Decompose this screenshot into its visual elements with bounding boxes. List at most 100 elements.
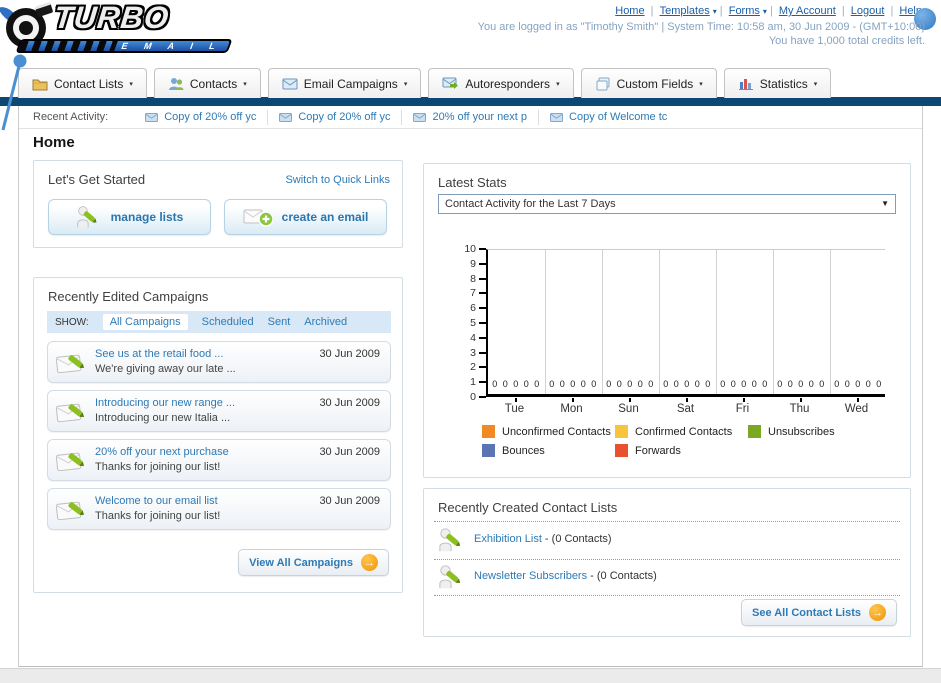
header-link-forms[interactable]: Forms	[729, 5, 760, 17]
button-label: See All Contact Lists	[751, 606, 861, 619]
y-axis-tick	[479, 322, 486, 324]
turbo-email-logo[interactable]: TURBO E M A I L	[0, 0, 238, 60]
tab-autoresponders[interactable]: Autoresponders ▾	[428, 68, 574, 98]
x-axis-tick	[514, 398, 517, 402]
recent-activity-item[interactable]: 20% off your next p	[401, 109, 538, 125]
recent-activity-item[interactable]: Copy of 20% off yc	[134, 110, 267, 125]
header-links: Home | Templates ▾ | Forms ▾ | My Account …	[612, 5, 936, 30]
page-title: Home	[33, 134, 75, 151]
campaign-row[interactable]: See us at the retail food ... We're givi…	[47, 341, 391, 383]
recent-activity-item[interactable]: Copy of Welcome tc	[538, 109, 678, 125]
contact-list-link[interactable]: Newsletter Subscribers	[474, 570, 587, 582]
legend-item: Forwards	[615, 441, 748, 460]
campaign-date: 30 Jun 2009	[319, 397, 380, 409]
campaign-row[interactable]: Introducing our new range ... Introducin…	[47, 390, 391, 432]
x-axis-tick	[799, 398, 802, 402]
switch-to-quick-links-link[interactable]: Switch to Quick Links	[285, 174, 390, 186]
stats-period-dropdown[interactable]: ▼ Contact Activity for the Last 7 Days	[438, 194, 896, 214]
button-label: manage lists	[110, 210, 184, 224]
page-footer-strip	[0, 668, 941, 683]
chart-value-labels: 0 0 0 0 0	[834, 379, 883, 389]
envelope-pencil-icon	[55, 353, 87, 374]
main-nav: Contact Lists ▾ Contacts ▾ Email Campaigns…	[18, 68, 832, 98]
separator: |	[650, 5, 654, 17]
pages-icon	[596, 77, 610, 90]
y-axis-tick	[479, 307, 486, 310]
campaign-date: 30 Jun 2009	[319, 348, 380, 360]
y-axis-label: 1	[470, 376, 476, 389]
y-axis-label: 10	[464, 243, 476, 255]
x-axis-tick	[742, 398, 745, 402]
tab-email-campaigns[interactable]: Email Campaigns ▾	[267, 68, 422, 98]
pin-decoration	[1, 54, 27, 131]
tab-label: Autoresponders	[465, 76, 551, 91]
contact-list-row[interactable]: Exhibition List - (0 Contacts)	[438, 526, 896, 556]
chevron-down-icon: ▾	[129, 80, 133, 88]
recently-edited-campaigns-panel: Recently Edited Campaigns SHOW: All Camp…	[33, 277, 403, 593]
chevron-down-icon: ▾	[699, 80, 703, 88]
login-info: You are logged in as "Timothy Smith" | S…	[477, 21, 925, 33]
person-pencil-icon	[76, 206, 99, 228]
header-link-templates[interactable]: Templates	[660, 5, 710, 17]
button-label: create an email	[281, 210, 369, 224]
envelope-plus-icon	[243, 209, 273, 227]
chevron-down-icon: ▾	[243, 80, 247, 88]
y-axis-label: 9	[470, 257, 476, 270]
chevron-down-icon: ▾	[403, 80, 408, 88]
y-axis-label: 4	[470, 331, 476, 344]
legend-swatch	[748, 425, 761, 438]
filter-all-campaigns[interactable]: All Campaigns	[102, 314, 188, 330]
y-axis-tick	[479, 366, 486, 369]
header-link-logout[interactable]: Logout	[851, 5, 885, 17]
filter-archived[interactable]: Archived	[304, 316, 347, 328]
legend-label: Unsubscribes	[768, 425, 835, 438]
show-label: SHOW:	[55, 316, 89, 328]
tab-label: Contacts	[189, 76, 238, 91]
people-icon	[168, 77, 184, 90]
contact-list-count: - (0 Contacts)	[541, 533, 612, 545]
envelope-icon	[550, 112, 564, 122]
filter-sent[interactable]: Sent	[268, 316, 291, 328]
panel-title: Let's Get Started	[48, 172, 146, 187]
stats-legend: Unconfirmed Contacts Confirmed Contacts Un…	[482, 422, 882, 460]
separator: |	[890, 5, 894, 17]
separator: |	[769, 5, 773, 17]
contact-list-row[interactable]: Newsletter Subscribers - (0 Contacts)	[438, 563, 896, 593]
dotted-divider	[434, 595, 900, 596]
recently-created-contact-lists-panel: Recently Created Contact Lists Exhibitio…	[423, 488, 911, 637]
recent-activity-bar: Recent Activity: Copy of 20% off yc Copy…	[19, 106, 922, 129]
campaign-row[interactable]: 20% off your next purchase Thanks for jo…	[47, 439, 391, 481]
chart-value-labels: 0 0 0 0 0	[663, 379, 712, 389]
tab-contacts[interactable]: Contacts ▾	[153, 68, 261, 98]
contact-list-link[interactable]: Exhibition List	[474, 533, 542, 545]
campaign-date: 30 Jun 2009	[319, 446, 380, 458]
x-axis-tick	[856, 398, 859, 402]
logo-word: TURBO	[52, 0, 172, 35]
tab-statistics[interactable]: Statistics ▾	[723, 68, 832, 98]
view-all-campaigns-button[interactable]: View All Campaigns →	[238, 549, 389, 576]
campaign-subtitle: Introducing our new Italia ...	[95, 412, 231, 424]
filter-scheduled[interactable]: Scheduled	[202, 316, 254, 328]
campaign-row[interactable]: Welcome to our email list Thanks for joi…	[47, 488, 391, 530]
create-an-email-button[interactable]: create an email	[224, 199, 387, 235]
tab-contact-lists[interactable]: Contact Lists ▾	[18, 68, 147, 98]
tab-label: Custom Fields	[616, 76, 694, 91]
campaign-title-link[interactable]: Welcome to our email list	[95, 495, 218, 507]
see-all-contact-lists-button[interactable]: See All Contact Lists →	[740, 599, 897, 626]
tab-custom-fields[interactable]: Custom Fields ▾	[580, 68, 717, 98]
manage-lists-button[interactable]: manage lists	[48, 199, 211, 235]
campaign-title-link[interactable]: See us at the retail food ...	[95, 348, 223, 360]
nav-divider-bar	[0, 97, 941, 106]
header-link-my-account[interactable]: My Account	[779, 5, 836, 17]
campaign-title-link[interactable]: 20% off your next purchase	[95, 446, 229, 458]
recent-activity-item[interactable]: Copy of 20% off yc	[267, 109, 401, 125]
logo-email-bar: E M A I L	[15, 39, 233, 53]
y-axis-tick	[479, 277, 486, 280]
header-link-home[interactable]: Home	[615, 5, 644, 17]
envelope-icon	[413, 112, 427, 122]
campaign-title-link[interactable]: Introducing our new range ...	[95, 397, 235, 409]
y-axis-label: 5	[470, 317, 476, 329]
legend-swatch	[482, 444, 495, 457]
y-axis-label: 8	[470, 272, 476, 285]
separator: |	[719, 5, 723, 17]
